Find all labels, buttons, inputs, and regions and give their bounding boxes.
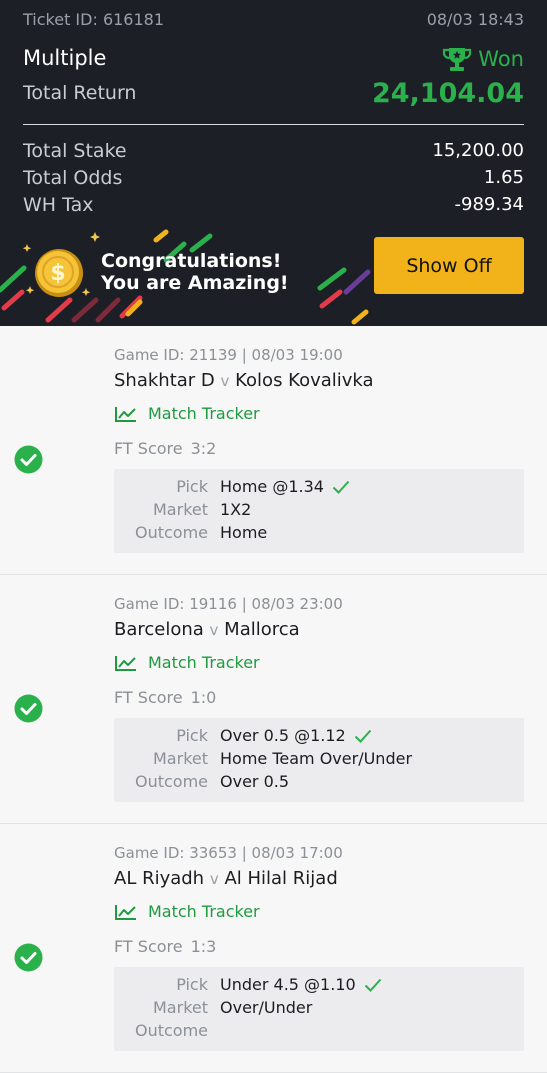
match-tracker-link[interactable]: Match Tracker <box>114 653 260 672</box>
total-stake-value: 15,200.00 <box>432 140 524 161</box>
outcome-row: Outcome Over 0.5 <box>114 772 524 795</box>
pick-value: Home @1.34 <box>220 477 324 496</box>
game-id: Game ID: 21139 | 08/03 19:00 <box>114 346 343 364</box>
selection-card: Game ID: 19116 | 08/03 23:00 Barcelona v… <box>0 575 547 824</box>
ticket-id: Ticket ID: 616181 <box>23 10 165 29</box>
selection-list: Game ID: 21139 | 08/03 19:00 Shakhtar D … <box>0 326 547 1073</box>
versus-label: v <box>209 621 219 639</box>
market-row: Market Home Team Over/Under <box>114 749 524 772</box>
total-stake-label: Total Stake <box>23 140 127 162</box>
pick-row: Pick Over 0.5 @1.12 <box>114 726 524 749</box>
outcome-label: Outcome <box>134 523 208 542</box>
total-odds-label: Total Odds <box>23 167 123 189</box>
pick-label: Pick <box>176 477 208 496</box>
total-return-label: Total Return <box>23 82 137 104</box>
status-text: Won <box>478 47 524 71</box>
ft-score-value: 1:0 <box>190 688 217 707</box>
pick-value: Over 0.5 @1.12 <box>220 726 346 745</box>
match-tracker-link[interactable]: Match Tracker <box>114 404 260 423</box>
market-value: Home Team Over/Under <box>220 749 413 768</box>
trophy-icon <box>443 48 472 71</box>
ticket-datetime: 08/03 18:43 <box>426 10 524 29</box>
match-teams: Shakhtar D v Kolos Kovalivka <box>114 370 374 391</box>
ft-score-value: 3:2 <box>190 439 217 458</box>
check-circle-icon <box>14 445 43 474</box>
match-tracker-link[interactable]: Match Tracker <box>114 902 260 921</box>
away-team: Kolos Kovalivka <box>235 370 374 391</box>
chart-line-icon <box>115 655 136 671</box>
game-id: Game ID: 19116 | 08/03 23:00 <box>114 595 343 613</box>
versus-label: v <box>220 372 230 390</box>
ft-score: FT Score 1:0 <box>114 688 216 707</box>
pick-value: Under 4.5 @1.10 <box>220 975 356 994</box>
outcome-row: Outcome <box>114 1021 524 1044</box>
match-teams: AL Riyadh v Al Hilal Rijad <box>114 868 338 889</box>
coin-icon: $ <box>35 249 83 297</box>
ft-score-label: FT Score <box>114 937 183 956</box>
pick-row: Pick Under 4.5 @1.10 <box>114 975 524 998</box>
versus-label: v <box>209 870 219 888</box>
show-off-button[interactable]: Show Off <box>374 237 524 294</box>
ft-score: FT Score 1:3 <box>114 937 216 956</box>
ft-score-value: 1:3 <box>190 937 217 956</box>
away-team: Al Hilal Rijad <box>224 868 338 889</box>
pick-row: Pick Home @1.34 <box>114 477 524 500</box>
pick-label: Pick <box>176 975 208 994</box>
match-tracker-label: Match Tracker <box>148 404 260 423</box>
match-teams: Barcelona v Mallorca <box>114 619 300 640</box>
svg-text:$: $ <box>50 261 65 286</box>
congrats-line-1: Congratulations! <box>101 250 282 272</box>
outcome-value: Home <box>220 523 268 542</box>
congrats-message: Congratulations! You are Amazing! <box>101 250 289 294</box>
outcome-label: Outcome <box>134 772 208 791</box>
game-id: Game ID: 33653 | 08/03 17:00 <box>114 844 343 862</box>
chart-line-icon <box>115 904 136 920</box>
congrats-line-2: You are Amazing! <box>101 272 289 294</box>
check-icon <box>332 480 350 494</box>
chart-line-icon <box>115 406 136 422</box>
bet-type: Multiple <box>23 46 107 70</box>
match-tracker-label: Match Tracker <box>148 902 260 921</box>
outcome-value: Over 0.5 <box>220 772 290 791</box>
selection-card: Game ID: 21139 | 08/03 19:00 Shakhtar D … <box>0 326 547 575</box>
ft-score-label: FT Score <box>114 688 183 707</box>
check-circle-icon <box>14 694 43 723</box>
wh-tax-label: WH Tax <box>23 194 94 216</box>
home-team: Barcelona <box>114 619 204 640</box>
home-team: AL Riyadh <box>114 868 205 889</box>
check-circle-icon <box>14 943 43 972</box>
bet-details: Pick Home @1.34 Market 1X2 Outcome Home <box>114 469 524 553</box>
ft-score: FT Score 3:2 <box>114 439 216 458</box>
market-value: 1X2 <box>220 500 252 519</box>
market-label: Market <box>153 749 208 768</box>
ft-score-label: FT Score <box>114 439 183 458</box>
market-row: Market 1X2 <box>114 500 524 523</box>
status-badge: Won <box>442 46 524 72</box>
check-icon <box>354 729 371 743</box>
selection-card: Game ID: 33653 | 08/03 17:00 AL Riyadh v… <box>0 824 547 1073</box>
wh-tax-value: -989.34 <box>454 194 524 215</box>
bet-details: Pick Over 0.5 @1.12 Market Home Team Ove… <box>114 718 524 802</box>
check-icon <box>364 978 381 992</box>
bet-details: Pick Under 4.5 @1.10 Market Over/Under O… <box>114 967 524 1051</box>
home-team: Shakhtar D <box>114 370 215 391</box>
total-return-value: 24,104.04 <box>371 78 524 109</box>
match-tracker-label: Match Tracker <box>148 653 260 672</box>
header-divider <box>23 124 524 125</box>
pick-label: Pick <box>176 726 208 745</box>
outcome-row: Outcome Home <box>114 523 524 546</box>
market-label: Market <box>153 998 208 1017</box>
market-label: Market <box>153 500 208 519</box>
away-team: Mallorca <box>224 619 300 640</box>
market-value: Over/Under <box>220 998 313 1017</box>
market-row: Market Over/Under <box>114 998 524 1021</box>
total-odds-value: 1.65 <box>483 167 524 188</box>
ticket-header: Ticket ID: 616181 08/03 18:43 Multiple W… <box>0 0 547 326</box>
